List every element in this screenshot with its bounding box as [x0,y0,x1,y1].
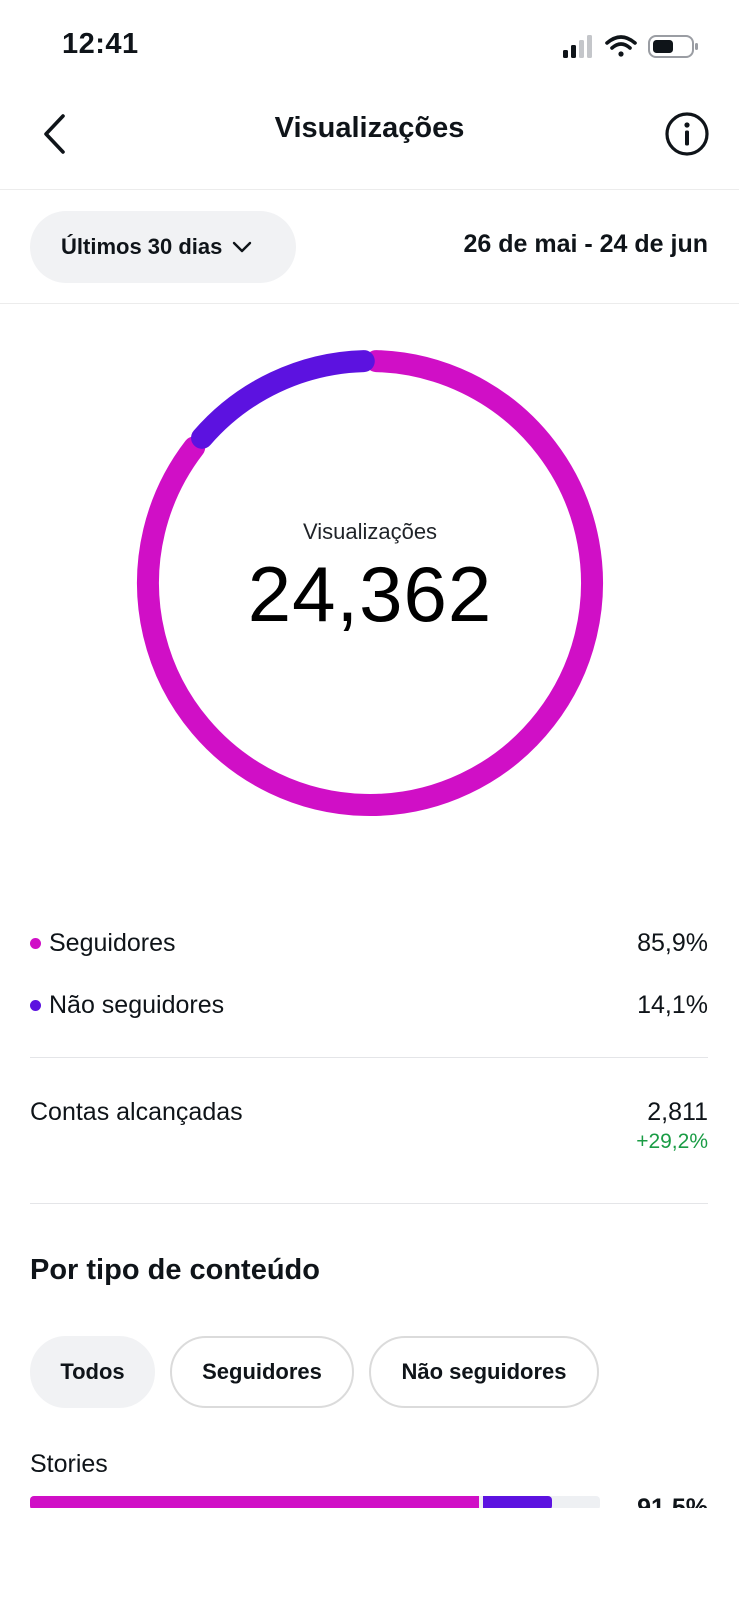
views-donut-chart: Visualizações 24,362 [127,340,613,826]
legend-item-non-followers: Não seguidores 14,1% [30,974,708,1036]
battery-icon [648,35,698,58]
legend-value: 85,9% [637,928,708,957]
donut-label: Visualizações [302,518,438,544]
legend-name: Seguidores [49,928,176,957]
views-total: 24,362 [247,549,493,638]
accounts-reached-row[interactable]: Contas alcançadas 2,811 +29,2% [30,1098,708,1178]
date-range: 26 de mai - 24 de jun [463,230,708,258]
nav-bar: Visualizações [0,92,739,190]
divider [30,1057,708,1058]
status-bar: 12:41 [0,0,739,92]
wifi-icon [605,35,637,57]
status-icons [563,35,698,58]
legend-name: Não seguidores [49,990,225,1019]
content-label: Stories [30,1450,108,1478]
chip-non-followers[interactable]: Não seguidores [369,1336,599,1408]
chip-all[interactable]: Todos [30,1336,155,1408]
info-icon [665,112,709,156]
audience-filter-chips: Todos Seguidores Não seguidores [30,1336,599,1408]
legend-value: 14,1% [637,990,708,1019]
reach-label: Contas alcançadas [30,1098,243,1126]
legend: Seguidores 85,9% Não seguidores 14,1% [30,912,708,1036]
page-title: Visualizações [274,112,465,144]
legend-dot-non-followers [30,999,41,1011]
donut-center: Visualizações 24,362 [127,340,613,826]
legend-dot-followers [30,937,41,949]
filter-row: Últimos 30 dias 26 de mai - 24 de jun [0,190,739,304]
divider [30,1203,708,1204]
status-time: 12:41 [62,28,139,60]
chevron-down-icon [233,241,252,253]
info-button[interactable] [661,108,713,160]
reach-value: 2,811 [647,1098,708,1126]
period-label: Últimos 30 dias [61,234,223,259]
reach-delta: +29,2% [636,1130,708,1153]
section-title: Por tipo de conteúdo [30,1254,320,1286]
bottom-area [0,1508,739,1600]
period-dropdown[interactable]: Últimos 30 dias [30,211,296,283]
chip-followers[interactable]: Seguidores [170,1336,354,1408]
legend-item-followers: Seguidores 85,9% [30,912,708,974]
cellular-signal-icon [563,35,592,58]
